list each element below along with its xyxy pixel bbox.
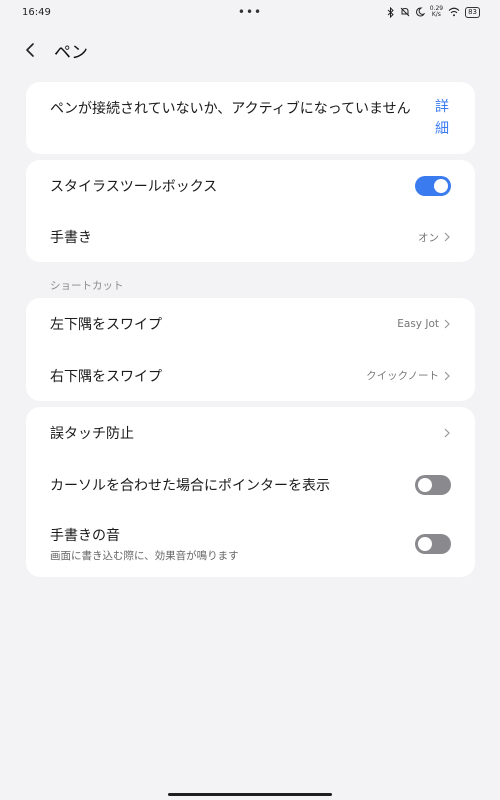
chevron-right-icon [444,319,450,329]
mute-icon [400,7,410,17]
swipe-bottom-left-label: 左下隅をスワイプ [50,317,162,333]
swipe-bottom-left-value: Easy Jot [397,318,451,330]
moon-icon [415,7,425,17]
shortcut-section-label: ショートカット [50,280,124,292]
touch-prevention-row[interactable]: 誤タッチ防止 [26,407,475,459]
status-more-dots: ••• [237,5,263,19]
shortcut-card: 左下隅をスワイプ Easy Jot 右下隅をスワイプ クイックノート [26,298,475,401]
toggle-knob [418,537,432,551]
pen-status-row: ペンが接続されていないか、アクティブになっていません 詳細 [26,96,475,140]
swipe-bottom-right-label: 右下隅をスワイプ [50,368,162,385]
page-title: ペン [54,42,88,63]
battery-icon: 83 [465,6,480,18]
home-indicator[interactable] [168,793,332,796]
touch-prevention-label: 誤タッチ防止 [50,426,134,442]
pen-settings-card: スタイラスツールボックス 手書き オン [26,160,475,262]
pointer-on-hover-row[interactable]: カーソルを合わせた場合にポインターを表示 [26,459,475,511]
swipe-bottom-right-value: クイックノート [366,368,451,383]
wifi-icon [448,7,460,17]
bluetooth-icon [387,6,394,18]
pointer-on-hover-toggle[interactable] [415,475,451,495]
toggle-knob [418,478,432,492]
stylus-toolbox-toggle[interactable] [415,176,451,196]
handwriting-sound-toggle[interactable] [415,534,451,554]
chevron-right-icon [444,428,450,438]
handwriting-sound-row[interactable]: 手書きの音 画面に書き込む際に、効果音が鳴ります [26,511,475,577]
pen-status-card: ペンが接続されていないか、アクティブになっていません 詳細 [26,82,475,154]
page-header: ペン [20,36,88,64]
pointer-on-hover-label: カーソルを合わせた場合にポインターを表示 [50,478,330,494]
handwriting-sound-label: 手書きの音 [50,528,120,544]
status-icons: 0.29 K/s 83 [387,6,480,18]
pen-status-message: ペンが接続されていないか、アクティブになっていません [50,101,411,117]
handwriting-value: オン [418,230,451,245]
stylus-toolbox-row[interactable]: スタイラスツールボックス [26,160,475,212]
misc-settings-card: 誤タッチ防止 カーソルを合わせた場合にポインターを表示 手書きの音 画面に書き込… [26,407,475,577]
chevron-right-icon [444,371,450,380]
handwriting-sound-sublabel: 画面に書き込む際に、効果音が鳴ります [50,550,239,562]
handwriting-sound-text: 手書きの音 画面に書き込む際に、効果音が鳴ります [50,525,239,563]
chevron-right-icon [444,232,450,242]
toggle-knob [434,179,448,193]
status-time: 16:49 [22,6,51,18]
network-speed: 0.29 K/s [429,5,444,18]
back-chevron-icon[interactable] [20,40,40,60]
handwriting-row[interactable]: 手書き オン [26,212,475,262]
stylus-toolbox-label: スタイラスツールボックス [50,179,218,195]
status-bar: 16:49 ••• 0.29 K/s 83 [0,0,500,24]
swipe-bottom-left-row[interactable]: 左下隅をスワイプ Easy Jot [26,298,475,350]
details-link[interactable]: 詳細 [435,96,451,140]
swipe-bottom-right-row[interactable]: 右下隅をスワイプ クイックノート [26,350,475,401]
handwriting-label: 手書き [50,230,92,246]
